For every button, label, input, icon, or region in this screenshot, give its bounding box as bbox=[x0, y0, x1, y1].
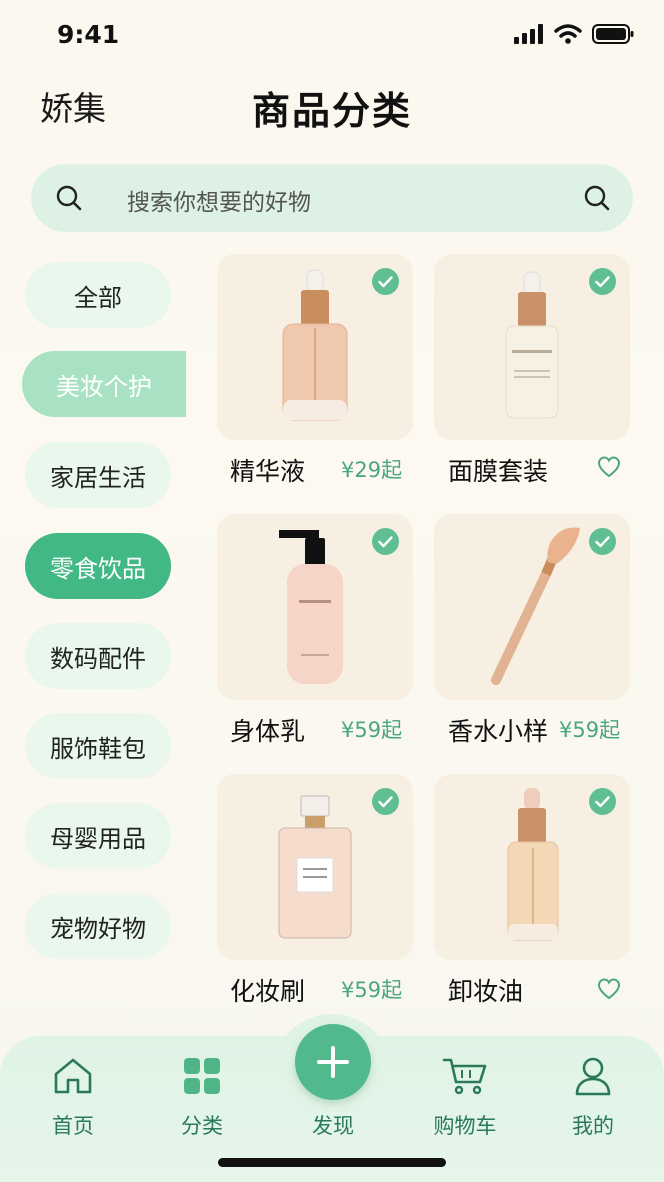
nav-item-cart[interactable]: 购物车 bbox=[420, 1056, 510, 1140]
category-item-pets[interactable]: 宠物好物 bbox=[25, 893, 171, 959]
product-name[interactable]: 身体乳 bbox=[230, 712, 305, 748]
grid-icon bbox=[184, 1058, 220, 1094]
nav-item-profile[interactable]: 我的 bbox=[548, 1056, 638, 1140]
plus-icon bbox=[317, 1046, 349, 1078]
selected-check-icon[interactable] bbox=[372, 268, 399, 295]
battery-icon bbox=[592, 24, 634, 44]
heart-icon[interactable] bbox=[597, 456, 621, 478]
page-title: 商品分类 bbox=[251, 89, 412, 133]
product-card-image[interactable] bbox=[434, 254, 630, 440]
selected-check-icon[interactable] bbox=[589, 268, 616, 295]
nav-label-discover[interactable]: 发现 bbox=[283, 1110, 383, 1140]
product-name[interactable]: 卸妆油 bbox=[448, 972, 523, 1008]
search-icon bbox=[56, 185, 82, 211]
category-label: 服饰鞋包 bbox=[50, 734, 146, 763]
home-indicator bbox=[218, 1158, 446, 1167]
product-name[interactable]: 化妆刷 bbox=[230, 972, 305, 1008]
product-card-image[interactable] bbox=[434, 514, 630, 700]
product-card-image[interactable] bbox=[217, 514, 413, 700]
category-item-beauty[interactable]: 美妆个护 bbox=[22, 351, 186, 417]
nav-item-category[interactable]: 分类 bbox=[157, 1056, 247, 1140]
product-card-image[interactable] bbox=[434, 774, 630, 960]
product-price: ¥59起 bbox=[559, 718, 621, 742]
status-icons bbox=[514, 24, 634, 44]
category-label: 母婴用品 bbox=[50, 824, 146, 853]
wifi-icon bbox=[554, 24, 582, 44]
nav-label: 首页 bbox=[52, 1114, 94, 1138]
category-item-fashion[interactable]: 服饰鞋包 bbox=[25, 713, 171, 779]
status-bar: 9:41 bbox=[0, 0, 664, 70]
category-item-digital[interactable]: 数码配件 bbox=[25, 623, 171, 689]
category-label: 家居生活 bbox=[50, 463, 146, 492]
nav-label: 购物车 bbox=[433, 1114, 497, 1138]
category-label: 宠物好物 bbox=[50, 914, 146, 943]
selected-check-icon[interactable] bbox=[589, 528, 616, 555]
product-price: ¥59起 bbox=[341, 718, 403, 742]
nav-label: 我的 bbox=[572, 1114, 614, 1138]
nav-label: 分类 bbox=[181, 1114, 223, 1138]
category-item-all[interactable]: 全部 bbox=[25, 262, 171, 328]
product-name[interactable]: 面膜套装 bbox=[448, 452, 548, 488]
product-price: ¥59起 bbox=[341, 978, 403, 1002]
category-item-snacks[interactable]: 零食饮品 bbox=[25, 533, 171, 599]
search-bar[interactable]: 搜索你想要的好物 bbox=[31, 164, 633, 232]
signal-icon bbox=[514, 24, 543, 44]
nav-item-home[interactable]: 首页 bbox=[28, 1056, 118, 1140]
user-icon bbox=[575, 1057, 611, 1096]
product-name[interactable]: 精华液 bbox=[230, 452, 305, 488]
selected-check-icon[interactable] bbox=[589, 788, 616, 815]
product-price: ¥29起 bbox=[341, 458, 403, 482]
search-input[interactable]: 搜索你想要的好物 bbox=[127, 183, 311, 217]
category-item-home[interactable]: 家居生活 bbox=[25, 442, 171, 508]
product-card-image[interactable] bbox=[217, 254, 413, 440]
product-name[interactable]: 香水小样 bbox=[448, 712, 548, 748]
category-label: 美妆个护 bbox=[56, 372, 152, 401]
home-icon bbox=[54, 1058, 92, 1094]
category-item-baby[interactable]: 母婴用品 bbox=[25, 803, 171, 869]
selected-check-icon[interactable] bbox=[372, 528, 399, 555]
category-label: 零食饮品 bbox=[50, 554, 146, 583]
search-submit-icon[interactable] bbox=[583, 184, 611, 212]
category-label: 全部 bbox=[74, 283, 122, 312]
discover-button[interactable] bbox=[295, 1024, 371, 1100]
product-card-image[interactable] bbox=[217, 774, 413, 960]
category-label: 数码配件 bbox=[50, 644, 146, 673]
heart-icon[interactable] bbox=[597, 978, 621, 1000]
cart-icon bbox=[442, 1058, 487, 1095]
selected-check-icon[interactable] bbox=[372, 788, 399, 815]
status-time: 9:41 bbox=[57, 20, 120, 49]
